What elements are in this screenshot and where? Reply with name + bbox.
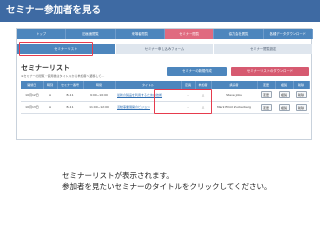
highlight-box-titles bbox=[154, 89, 212, 114]
column-header: 講演者 bbox=[211, 81, 258, 89]
nav-item-visitors[interactable]: 来場者閲覧 bbox=[116, 29, 165, 39]
page-title: セミナーリスト bbox=[21, 64, 70, 72]
nav-item-top[interactable]: トップ bbox=[17, 29, 67, 39]
edit-cell: 変更 bbox=[257, 101, 275, 114]
nav-item-seminar[interactable]: セミナー閲覧 bbox=[164, 29, 215, 39]
page-note: ※セミナーの閲覧・使用後はタイトルから参加者へ遷移して… bbox=[21, 74, 105, 78]
edit-button[interactable]: 変更 bbox=[260, 91, 272, 99]
caption-line-2: 参加者を見たいセミナーのタイトルをクリックしてください。 bbox=[62, 182, 272, 191]
tab-view-settings[interactable]: セミナー閲覧設定 bbox=[214, 44, 314, 54]
nav-item-downloads[interactable]: 各種データダウンロード bbox=[264, 29, 313, 39]
column-header: 開催日 bbox=[21, 81, 44, 89]
download-list-button[interactable]: セミナーリストのダウンロード bbox=[231, 67, 309, 76]
time-cell: 9:00~10:00 bbox=[83, 89, 115, 102]
column-header: セミナー番号 bbox=[57, 81, 84, 89]
copy-cell: 複製 bbox=[275, 101, 293, 114]
nav-item-partners[interactable]: 協力会社閲覧 bbox=[214, 29, 264, 39]
column-header: 定員 bbox=[181, 81, 196, 89]
column-header: 削除 bbox=[293, 81, 310, 89]
column-header: 変更 bbox=[257, 81, 276, 89]
slide-title: セミナー参加者を見る bbox=[6, 5, 102, 16]
nav-item-old-screen[interactable]: 旧画面閲覧 bbox=[66, 29, 116, 39]
instruction-caption: セミナーリストが表示されます。 参加者を見たいセミナーのタイトルをクリックしてく… bbox=[62, 170, 272, 192]
column-header: 時間 bbox=[83, 81, 116, 89]
time-cell: 11:00~12:00 bbox=[83, 101, 115, 114]
delete-button[interactable]: 削除 bbox=[295, 103, 307, 111]
number-cell: B-11 bbox=[57, 89, 83, 102]
date-cell: 10月13日 bbox=[21, 101, 43, 114]
new-seminar-button[interactable]: セミナーの新規作成 bbox=[167, 67, 227, 76]
speaker-cell: Steve Jobs bbox=[211, 89, 257, 102]
edit-cell: 変更 bbox=[257, 89, 275, 102]
delete-button[interactable]: 削除 bbox=[295, 91, 307, 99]
number-cell: B-11 bbox=[57, 101, 83, 114]
slide-header: セミナー参加者を見る bbox=[0, 0, 320, 22]
column-header: 複製 bbox=[275, 81, 294, 89]
app-screenshot: トップ 旧画面閲覧 来場者閲覧 セミナー閲覧 協力会社閲覧 各種データダウンロー… bbox=[16, 28, 314, 140]
highlight-box-tab bbox=[19, 42, 93, 56]
column-header: タイトル bbox=[115, 81, 182, 89]
column-header: 参加者 bbox=[195, 81, 212, 89]
copy-button[interactable]: 複製 bbox=[278, 103, 290, 111]
copy-cell: 複製 bbox=[275, 89, 293, 102]
slot-cell: A bbox=[43, 101, 57, 114]
top-nav: トップ 旧画面閲覧 来場者閲覧 セミナー閲覧 協力会社閲覧 各種データダウンロー… bbox=[17, 29, 313, 39]
delete-cell: 削除 bbox=[293, 101, 309, 114]
column-header: 時刻 bbox=[43, 81, 58, 89]
speaker-cell: Mark Elliot Zuckerberg bbox=[211, 101, 257, 114]
edit-button[interactable]: 変更 bbox=[260, 103, 272, 111]
slot-cell: A bbox=[43, 89, 57, 102]
copy-button[interactable]: 複製 bbox=[278, 91, 290, 99]
date-cell: 10月12日 bbox=[21, 89, 43, 102]
caption-line-1: セミナーリストが表示されます。 bbox=[62, 171, 174, 180]
delete-cell: 削除 bbox=[293, 89, 309, 102]
table-header-row: 開催日 時刻 セミナー番号 時間 タイトル 定員 参加者 講演者 変更 複製 削… bbox=[21, 81, 310, 89]
tab-application-form[interactable]: セミナー申し込みフォーム bbox=[115, 44, 215, 54]
